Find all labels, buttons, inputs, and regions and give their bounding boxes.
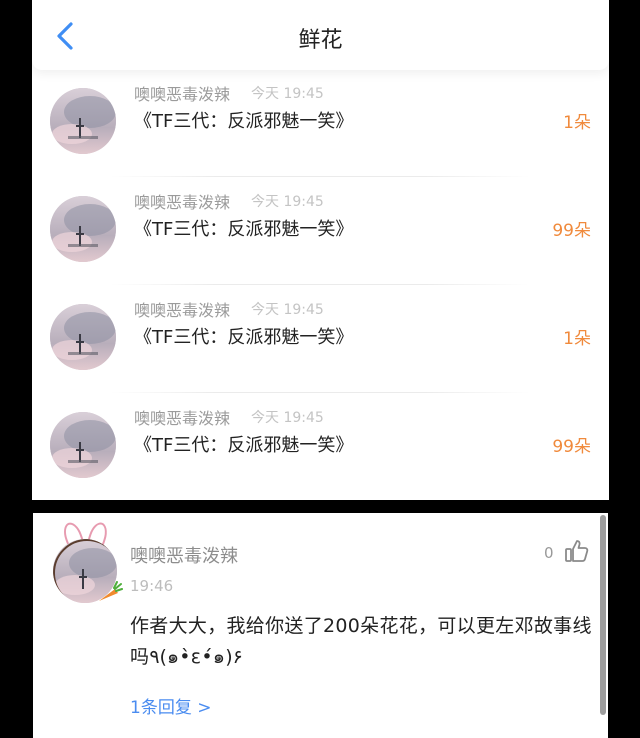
timestamp: 今天 19:45 xyxy=(251,302,324,318)
like-button[interactable] xyxy=(564,538,590,568)
flower-count: 1朵 xyxy=(563,329,591,349)
carrot-icon xyxy=(99,581,123,601)
timestamp: 今天 19:45 xyxy=(251,410,324,426)
page-title: 鲜花 xyxy=(298,28,343,53)
book-title[interactable]: 《TF三代：反派邪魅一笑》 xyxy=(134,107,353,133)
book-title[interactable]: 《TF三代：反派邪魅一笑》 xyxy=(134,431,353,457)
avatar[interactable] xyxy=(50,412,116,478)
username[interactable]: 噢噢恶毒泼辣 xyxy=(134,405,230,429)
view-replies-link[interactable]: 1条回复 > xyxy=(130,693,211,718)
like-count: 0 xyxy=(544,544,554,562)
book-title[interactable]: 《TF三代：反派邪魅一笑》 xyxy=(134,215,353,241)
flower-count: 99朵 xyxy=(552,437,591,457)
gift-row[interactable]: 噢噢恶毒泼辣 今天 19:45 《TF三代：反派邪魅一笑》 1朵 xyxy=(32,284,609,392)
comment-avatar[interactable] xyxy=(51,519,123,605)
timestamp: 今天 19:45 xyxy=(251,194,324,210)
book-title[interactable]: 《TF三代：反派邪魅一笑》 xyxy=(134,323,353,349)
thumbs-up-icon xyxy=(565,540,589,562)
scrollbar[interactable] xyxy=(600,515,606,715)
username[interactable]: 噢噢恶毒泼辣 xyxy=(134,81,230,105)
timestamp: 今天 19:45 xyxy=(251,86,324,102)
gift-row[interactable]: 噢噢恶毒泼辣 今天 19:45 《TF三代：反派邪魅一笑》 99朵 xyxy=(32,176,609,284)
gift-row[interactable]: 噢噢恶毒泼辣 今天 19:45 《TF三代：反派邪魅一笑》 99朵 xyxy=(32,392,609,500)
username[interactable]: 噢噢恶毒泼辣 xyxy=(134,189,230,213)
flowers-panel: 鲜花 噢噢恶毒泼辣 今天 19:45 《TF三代：反派邪魅一笑》 1朵 噢噢恶毒… xyxy=(32,0,609,500)
avatar[interactable] xyxy=(50,196,116,262)
comment-panel: 噢噢恶毒泼辣 19:46 0 作者大大，我给你送了200朵花花，可以更左邓故事线… xyxy=(33,513,608,738)
flower-count: 99朵 xyxy=(552,221,591,241)
avatar[interactable] xyxy=(50,304,116,370)
comment-time: 19:46 xyxy=(130,577,174,595)
avatar[interactable] xyxy=(50,88,116,154)
flower-count: 1朵 xyxy=(563,113,591,133)
comment-username[interactable]: 噢噢恶毒泼辣 xyxy=(130,542,238,568)
comment-body: 作者大大，我给你送了200朵花花，可以更左邓故事线吗٩(๑•̀ε•́๑)۶ xyxy=(130,615,592,668)
username[interactable]: 噢噢恶毒泼辣 xyxy=(134,297,230,321)
nav-header: 鲜花 xyxy=(32,0,609,70)
gift-row[interactable]: 噢噢恶毒泼辣 今天 19:45 《TF三代：反派邪魅一笑》 1朵 xyxy=(32,68,609,176)
